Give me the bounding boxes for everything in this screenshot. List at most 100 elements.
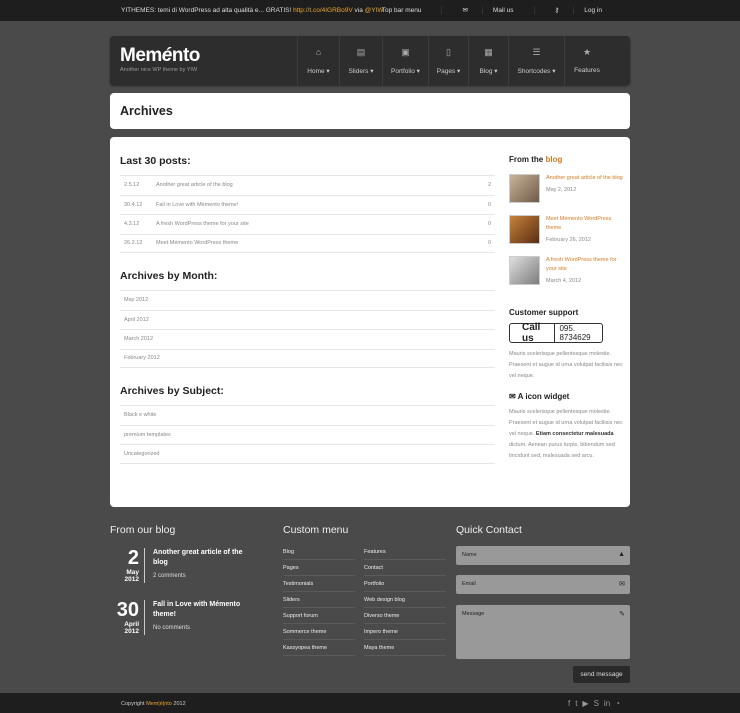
subject-link[interactable]: Uncategorized xyxy=(120,444,495,464)
nav-shortcodes[interactable]: ☰ Shortcodes ▾ xyxy=(508,36,564,85)
footer-menu-link[interactable]: Features xyxy=(364,544,446,560)
month-link[interactable]: February 2012 xyxy=(120,348,495,368)
list-item[interactable]: Another great article of the blog May 2, … xyxy=(509,174,624,206)
subject-link[interactable]: Black e white xyxy=(120,405,495,425)
sidebar-post-date: May 2, 2012 xyxy=(546,187,577,193)
envelope-icon: ✉ xyxy=(509,392,516,401)
post-thumbnail[interactable] xyxy=(509,256,540,285)
footer-menu-link[interactable]: Blog xyxy=(283,544,355,560)
month-link[interactable]: May 2012 xyxy=(120,290,495,310)
nav-home[interactable]: ⌂ Home ▾ xyxy=(297,36,339,85)
nav-label: Pages ▾ xyxy=(436,68,461,75)
nav-features[interactable]: ★ Features xyxy=(564,36,609,85)
send-message-button[interactable]: send message xyxy=(573,666,630,683)
footer-menu-link[interactable]: Sliders xyxy=(283,592,355,608)
footer-post-text: Another great article of the blog 2 comme… xyxy=(145,548,255,583)
footer-menu-link[interactable]: Sommerce theme xyxy=(283,624,355,640)
month-link[interactable]: April 2012 xyxy=(120,309,495,330)
icon-widget-title: A icon widget xyxy=(517,392,570,401)
nav-blog[interactable]: ▦ Blog ▾ xyxy=(468,36,508,85)
sidebar-post-date: March 4, 2012 xyxy=(546,278,582,284)
comment-count: 0 xyxy=(487,221,491,228)
post-title-link[interactable]: Meet Mémento WordPress theme xyxy=(156,240,477,246)
top-bar: YITHEMES: temi di WordPress ad alta qual… xyxy=(0,0,740,21)
comment-count: 0 xyxy=(487,201,491,208)
footer-menu-link[interactable]: Diverso theme xyxy=(364,608,446,624)
post-title-link[interactable]: A fresh WordPress theme for your site xyxy=(156,221,477,227)
footer-blog-item[interactable]: 2 May 2012 Another great article of the bl… xyxy=(110,548,255,583)
message-placeholder: Message xyxy=(462,611,485,617)
footer-post-link[interactable]: Another great article of the blog xyxy=(153,549,242,566)
post-title-link[interactable]: Another great article of the blog xyxy=(156,182,477,188)
name-placeholder: Name xyxy=(462,552,477,558)
from-blog-highlight: blog xyxy=(545,155,563,164)
footer-blog-heading: From our blog xyxy=(110,524,176,536)
bottom-bar: Copyright Mem|é|nto 2012 f t ▶ S in ◔ xyxy=(0,693,740,713)
skype-icon[interactable]: S xyxy=(594,699,599,708)
list-item[interactable]: Meet Mémento WordPress theme February 26,… xyxy=(509,215,624,247)
post-month: April xyxy=(124,621,139,628)
nav-sliders[interactable]: ▤ Sliders ▾ xyxy=(339,36,382,85)
sidebar-post-link[interactable]: Meet Mémento WordPress theme xyxy=(546,216,611,231)
footer-menu-link[interactable]: Web design blog xyxy=(364,592,446,608)
list-item[interactable]: A fresh WordPress theme for your site Mar… xyxy=(509,256,624,288)
table-row[interactable]: 26.2.12 Meet Mémento WordPress theme 0 xyxy=(120,233,495,253)
subject-archive-section: Archives by Subject: Black e white premi… xyxy=(120,385,495,464)
mail-us-link[interactable]: ✉ Mail us xyxy=(441,6,533,14)
post-day: 2 xyxy=(127,547,139,569)
footer-menu-link[interactable]: Contact xyxy=(364,560,446,576)
post-date: 4.3.12 xyxy=(124,221,140,228)
list-icon: ☰ xyxy=(532,47,541,57)
user-icon: ▲ xyxy=(618,551,625,558)
footer-menu-link[interactable]: Kassyopea theme xyxy=(283,640,355,656)
nav-label: Portfolio ▾ xyxy=(391,68,420,75)
promo-link[interactable]: http://t.co/4IGRBo9V xyxy=(293,7,353,14)
nav-portfolio[interactable]: ▣ Portfolio ▾ xyxy=(382,36,428,85)
footer-menu-link[interactable]: Impero theme xyxy=(364,624,446,640)
copyright: Copyright Mem|é|nto 2012 xyxy=(121,701,186,707)
footer-menu-link[interactable]: Portfolio xyxy=(364,576,446,592)
linkedin-icon[interactable]: in xyxy=(604,699,610,708)
contact-name-field[interactable]: Name ▲ xyxy=(456,546,630,565)
footer-post-comments[interactable]: 2 comments xyxy=(153,571,255,581)
footer-post-link[interactable]: Fall in Love with Mémento theme! xyxy=(153,601,240,618)
copyright-brand[interactable]: Mem|é|nto xyxy=(146,701,172,707)
rss-icon[interactable]: ◔ xyxy=(615,699,620,708)
support-text: Mauris scelerisque pellentesque molestie… xyxy=(509,351,623,379)
sidebar-post-link[interactable]: A fresh WordPress theme for your site xyxy=(546,257,617,272)
icon-widget-heading: ✉ A icon widget xyxy=(509,392,624,401)
call-us-badge: Call us 095. 8734629 xyxy=(509,322,603,344)
table-row[interactable]: 30.4.12 Fall in Love with Mémento theme! 0 xyxy=(120,194,495,215)
month-link[interactable]: March 2012 xyxy=(120,329,495,349)
contact-message-field[interactable]: Message ✎ xyxy=(456,605,630,659)
footer-menu-link[interactable]: Support forum xyxy=(283,608,355,624)
twitter-icon[interactable]: t xyxy=(575,699,577,708)
post-title-link[interactable]: Fall in Love with Mémento theme! xyxy=(156,202,477,208)
youtube-icon[interactable]: ▶ xyxy=(582,699,588,708)
promo-text: YITHEMES: temi di WordPress ad alta qual… xyxy=(121,7,294,14)
content-area: Last 30 posts: 2.5.12 Another great artic… xyxy=(110,137,630,507)
table-row[interactable]: 4.3.12 A fresh WordPress theme for your s… xyxy=(120,214,495,234)
login-link[interactable]: ⚷ Log in xyxy=(533,6,622,14)
customer-support-heading: Customer support xyxy=(509,308,579,317)
quick-contact-heading: Quick Contact xyxy=(456,524,522,536)
facebook-icon[interactable]: f xyxy=(568,699,570,708)
call-us-label: Call us xyxy=(522,322,541,344)
site-logo[interactable]: Meménto xyxy=(120,45,200,67)
post-thumbnail[interactable] xyxy=(509,215,540,244)
footer-menu-link[interactable]: Testimonials xyxy=(283,576,355,592)
home-icon: ⌂ xyxy=(315,47,322,57)
top-bar-menu-link[interactable]: Top bar menu xyxy=(362,6,442,14)
subject-link[interactable]: premium templates xyxy=(120,424,495,445)
footer-menu-link[interactable]: Maya theme xyxy=(364,640,446,656)
footer-blog-item[interactable]: 30 April 2012 Fall in Love with Mémento th… xyxy=(110,600,255,635)
sidebar-post-link[interactable]: Another great article of the blog xyxy=(546,175,623,181)
post-thumbnail[interactable] xyxy=(509,174,540,203)
contact-email-field[interactable]: Email ✉ xyxy=(456,575,630,594)
icon-widget-text: Mauris scelerisque pellentesque molestie… xyxy=(509,407,624,462)
table-row[interactable]: 2.5.12 Another great article of the blog 2 xyxy=(120,175,495,195)
copyright-prefix: Copyright xyxy=(121,701,147,707)
nav-pages[interactable]: ▯ Pages ▾ xyxy=(428,36,468,85)
footer-menu-link[interactable]: Pages xyxy=(283,560,355,576)
footer-post-comments[interactable]: No comments xyxy=(153,623,255,633)
